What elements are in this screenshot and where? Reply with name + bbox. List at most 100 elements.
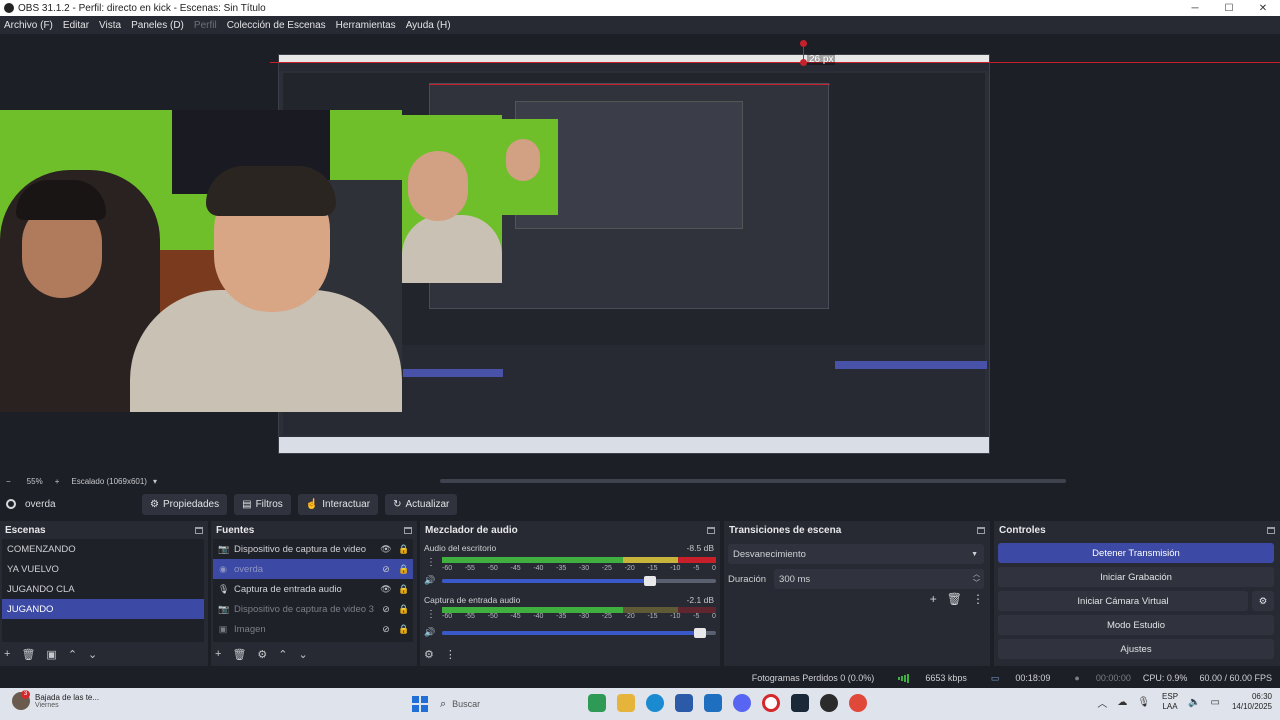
lock-icon[interactable]: 🔒 <box>395 604 413 615</box>
lock-icon[interactable]: 🔒 <box>395 584 413 595</box>
language-indicator[interactable]: ESP LAA <box>1162 692 1178 712</box>
steam-icon[interactable] <box>791 694 809 712</box>
remove-source-button[interactable]: 🗑 <box>232 648 246 661</box>
visibility-eye-icon[interactable]: 👁 <box>377 544 395 555</box>
app-icon[interactable] <box>675 694 693 712</box>
maximize-button[interactable]: ☐ <box>1212 0 1246 16</box>
undock-icon[interactable] <box>404 526 412 534</box>
visibility-off-icon[interactable]: ⊘ <box>377 624 395 635</box>
menu-vista[interactable]: Vista <box>99 20 121 31</box>
zoom-in-button[interactable]: + <box>55 477 60 486</box>
taskbar-search[interactable]: ⌕ Buscar <box>440 695 580 713</box>
remove-transition-button[interactable]: 🗑 <box>947 592 962 606</box>
windows-start-icon[interactable] <box>412 696 428 712</box>
minimize-button[interactable]: ─ <box>1178 0 1212 16</box>
volume-slider[interactable] <box>442 628 716 638</box>
file-explorer-icon[interactable] <box>617 694 635 712</box>
lock-icon[interactable]: 🔒 <box>395 564 413 575</box>
zoom-out-button[interactable]: − <box>6 477 11 486</box>
start-recording-button[interactable]: Iniciar Grabación <box>998 567 1274 587</box>
speaker-icon[interactable]: 🔊 <box>424 575 435 586</box>
source-item[interactable]: 📷 Dispositivo de captura de video 3 ⊘ 🔒 <box>213 599 413 619</box>
battery-icon[interactable]: ▭ <box>1211 697 1220 708</box>
duration-input[interactable]: 300 ms ︿ ﹀ <box>774 569 984 589</box>
interact-button[interactable]: ☝ Interactuar <box>297 493 379 515</box>
obs-icon[interactable] <box>820 694 838 712</box>
lock-icon[interactable]: 🔒 <box>395 624 413 635</box>
properties-button[interactable]: ⚙ Propiedades <box>142 493 228 515</box>
add-transition-button[interactable]: + <box>930 592 937 606</box>
move-source-down-button[interactable]: ⌄ <box>299 648 308 661</box>
remove-scene-button[interactable]: 🗑 <box>21 648 35 661</box>
move-scene-up-button[interactable]: ⌃ <box>68 648 77 661</box>
filters-button[interactable]: ▤ Filtros <box>234 493 291 515</box>
discord-icon[interactable] <box>733 694 751 712</box>
mixer-menu-icon[interactable]: ⋮ <box>445 648 456 661</box>
menu-paneles[interactable]: Paneles (D) <box>131 20 184 31</box>
chevron-up-icon[interactable]: ︿ <box>1097 695 1107 710</box>
undock-icon[interactable] <box>707 526 715 534</box>
undock-icon[interactable] <box>195 526 203 534</box>
undock-icon[interactable] <box>977 526 985 534</box>
transition-select[interactable]: Desvanecimiento ▼ <box>728 544 984 564</box>
source-item[interactable]: 📷 Dispositivo de captura de video 👁 🔒 <box>213 539 413 559</box>
scene-item-jugando-cla[interactable]: JUGANDO CLA <box>2 579 204 599</box>
clock[interactable]: 06:30 14/10/2025 <box>1232 692 1272 712</box>
channel-menu-icon[interactable]: ⋮ <box>426 609 436 620</box>
add-scene-button[interactable]: + <box>4 648 10 660</box>
settings-button[interactable]: Ajustes <box>998 639 1274 659</box>
scaling-dropdown-icon[interactable]: ▾ <box>153 477 157 486</box>
channel-menu-icon[interactable]: ⋮ <box>426 557 436 568</box>
visibility-off-icon[interactable]: ⊘ <box>377 604 395 615</box>
guide-handle-bottom[interactable] <box>800 59 807 66</box>
add-source-button[interactable]: + <box>215 648 221 660</box>
outlook-icon[interactable] <box>704 694 722 712</box>
menu-archivo[interactable]: Archivo (F) <box>4 20 53 31</box>
search-placeholder: Buscar <box>452 699 481 709</box>
scene-item-jugando[interactable]: JUGANDO <box>2 599 204 619</box>
webcam-source[interactable] <box>0 110 402 412</box>
transition-menu-button[interactable]: ⋮ <box>972 592 984 606</box>
menu-ayuda[interactable]: Ayuda (H) <box>406 20 451 31</box>
spin-arrows-icon[interactable]: ︿ ﹀ <box>973 570 980 588</box>
lock-icon[interactable]: 🔒 <box>395 544 413 555</box>
volume-knob[interactable] <box>693 628 706 638</box>
scene-item-comenzando[interactable]: COMENZANDO <box>2 539 204 559</box>
app-store-icon[interactable] <box>588 694 606 712</box>
undock-icon[interactable] <box>1267 526 1275 534</box>
visibility-eye-icon[interactable]: 👁 <box>377 584 395 595</box>
scene-filters-button[interactable]: ▣ <box>46 648 56 661</box>
speaker-icon[interactable]: 🔊 <box>424 627 435 638</box>
mixer-settings-icon[interactable]: ⚙ <box>424 648 434 661</box>
move-scene-down-button[interactable]: ⌄ <box>88 648 97 661</box>
chrome-icon[interactable] <box>849 694 867 712</box>
volume-icon[interactable]: 🔈 <box>1188 697 1200 708</box>
microphone-icon[interactable]: 🎙 <box>1137 697 1150 708</box>
source-item[interactable]: ◉ overda ⊘ 🔒 <box>213 559 413 579</box>
horizontal-scrollbar[interactable] <box>440 479 1066 483</box>
virtual-camera-settings-gear-icon[interactable]: ⚙ <box>1252 591 1274 611</box>
move-source-up-button[interactable]: ⌃ <box>278 648 287 661</box>
visibility-off-icon[interactable]: ⊘ <box>377 564 395 575</box>
scene-item-ya-vuelvo[interactable]: YA VUELVO <box>2 559 204 579</box>
start-virtual-camera-button[interactable]: Iniciar Cámara Virtual <box>998 591 1248 611</box>
menu-editar[interactable]: Editar <box>63 20 89 31</box>
menu-herramientas[interactable]: Herramientas <box>336 20 396 31</box>
source-properties-button[interactable]: ⚙ <box>257 648 267 661</box>
close-button[interactable]: ✕ <box>1246 0 1280 16</box>
refresh-button[interactable]: ↻ Actualizar <box>385 493 458 515</box>
cloud-icon[interactable]: ☁ <box>1117 697 1127 708</box>
source-item[interactable]: ▣ Imagen ⊘ 🔒 <box>213 619 413 639</box>
volume-knob[interactable] <box>644 576 657 586</box>
opera-icon[interactable] <box>762 694 780 712</box>
scaling-label[interactable]: Escalado (1069x601) <box>71 477 147 486</box>
edge-icon[interactable] <box>646 694 664 712</box>
source-item[interactable]: 🎙 Captura de entrada audio 👁 🔒 <box>213 579 413 599</box>
studio-mode-button[interactable]: Modo Estudio <box>998 615 1274 635</box>
notification-widget[interactable]: 3 Bajada de las te... Viernes <box>12 690 99 710</box>
guide-handle-top[interactable] <box>800 40 807 47</box>
stop-streaming-button[interactable]: Detener Transmisión <box>998 543 1274 563</box>
volume-slider[interactable] <box>442 576 716 586</box>
menu-perfil[interactable]: Perfil <box>194 20 217 31</box>
menu-coleccion-escenas[interactable]: Colección de Escenas <box>227 20 326 31</box>
